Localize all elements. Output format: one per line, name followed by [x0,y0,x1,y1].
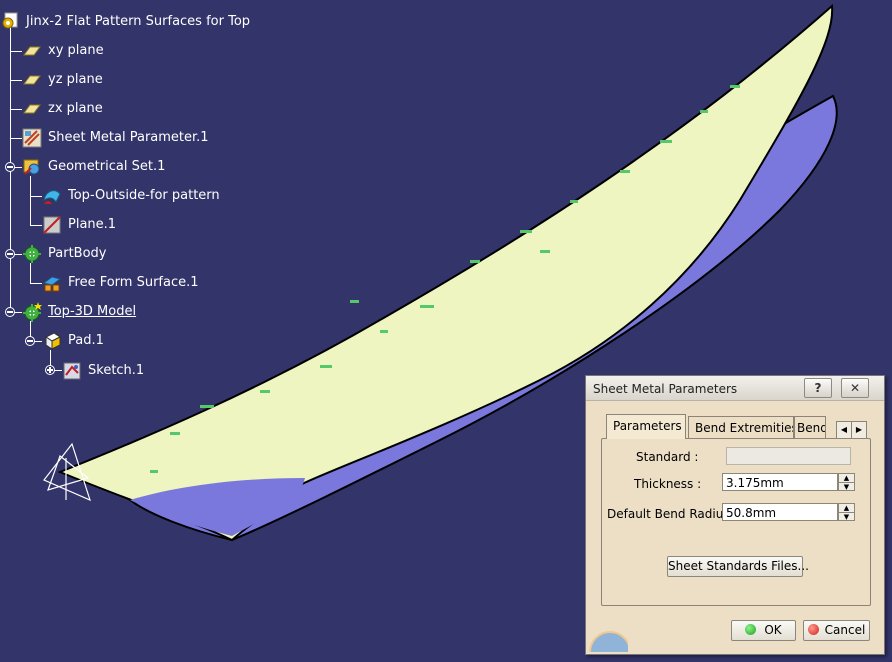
tree-item-label: Sheet Metal Parameter.1 [48,130,209,145]
spin-up-icon[interactable]: ▲ [839,474,854,483]
tree-item-label: Geometrical Set.1 [48,159,166,174]
tree-item-label: xy plane [48,43,104,58]
bend-radius-spinner[interactable]: ▲ ▼ [838,503,855,521]
standard-label: Standard : [636,450,699,464]
collapse-geometrical-set-toggle[interactable] [5,162,15,172]
thickness-label: Thickness : [634,477,702,491]
tree-item-label: yz plane [48,72,103,87]
tree-item-label: zx plane [48,101,103,116]
sketch-icon [62,361,82,381]
pad-icon [42,331,62,351]
standard-field [726,447,851,465]
body-gear-icon [22,302,42,322]
expand-sketch-toggle[interactable] [45,365,55,375]
part-gear-icon [0,12,20,32]
tree-item-pad[interactable]: Pad.1 [42,330,104,352]
close-button[interactable]: ✕ [841,378,869,398]
tree-item-label: Top-3D Model [48,304,137,319]
tab-bend[interactable]: Bend [794,416,826,438]
plane-icon [22,41,42,61]
tab-scroll-left-button[interactable]: ◀ [836,421,852,439]
surface-icon [42,186,62,206]
tree-item-label: Plane.1 [68,217,117,232]
spin-down-icon[interactable]: ▼ [839,483,854,491]
tab-bend-extremities[interactable]: Bend Extremities [688,416,794,438]
tab-parameters[interactable]: Parameters [606,414,686,439]
tree-item-zx-plane[interactable]: zx plane [22,98,103,120]
sheet-metal-parameter-icon [22,128,42,148]
tree-root-label: Jinx-2 Flat Pattern Surfaces for Top [26,14,251,29]
tree-item-top-outside-for-pattern[interactable]: Top-Outside-for pattern [42,185,220,207]
sheet-standards-files-button[interactable]: Sheet Standards Files... [667,556,809,577]
tree-item-label: Pad.1 [68,333,104,348]
tree-item-plane-1[interactable]: Plane.1 [42,214,116,236]
collapse-partbody-toggle[interactable] [5,249,15,259]
default-bend-radius-label: Default Bend Radius : [607,507,738,521]
spin-down-icon[interactable]: ▼ [839,513,854,521]
spin-up-icon[interactable]: ▲ [839,504,854,513]
plane-icon [22,70,42,90]
free-form-surface-icon [42,273,62,293]
ok-button[interactable]: OK [731,620,796,641]
help-button[interactable]: ? [804,378,832,398]
collapse-pad-toggle[interactable] [25,336,35,346]
cancel-label: Cancel [824,623,866,637]
tree-item-sheet-metal-parameter[interactable]: Sheet Metal Parameter.1 [22,127,209,149]
tree-item-xy-plane[interactable]: xy plane [22,40,104,62]
plane-feature-icon [42,215,62,235]
tree-item-free-form-surface[interactable]: Free Form Surface.1 [42,272,199,294]
cancel-button[interactable]: Cancel [803,620,870,641]
tree-root[interactable]: Jinx-2 Flat Pattern Surfaces for Top [0,11,250,33]
ok-label: OK [764,623,782,637]
tree-item-top-3d-model[interactable]: Top-3D Model [22,301,136,323]
partbody-gear-icon [22,244,42,264]
tree-item-geometrical-set[interactable]: Geometrical Set.1 [22,156,165,178]
dialog-title: Sheet Metal Parameters [593,382,738,396]
tree-item-partbody[interactable]: PartBody [22,243,106,265]
tree-item-yz-plane[interactable]: yz plane [22,69,103,91]
tree-item-label: Free Form Surface.1 [68,275,199,290]
tree-item-label: Sketch.1 [88,363,145,378]
thickness-spinner[interactable]: ▲ ▼ [838,473,855,491]
tab-scroll-right-button[interactable]: ▶ [851,421,867,439]
tree-item-sketch[interactable]: Sketch.1 [62,360,144,382]
tree-item-label: Top-Outside-for pattern [68,188,220,203]
sheet-metal-parameters-dialog: Sheet Metal Parameters ? ✕ Parameters Be… [585,375,885,655]
ok-green-icon [745,624,757,635]
plane-icon [22,99,42,119]
specification-tree: Jinx-2 Flat Pattern Surfaces for Top xy … [0,0,300,390]
dialog-titlebar[interactable]: Sheet Metal Parameters ? ✕ [586,376,884,401]
cancel-red-icon [807,624,819,635]
thickness-input[interactable]: 3.175mm [722,473,838,491]
catia-globe-icon [589,631,628,652]
tree-item-label: PartBody [48,246,107,261]
collapse-top-3d-model-toggle[interactable] [5,307,15,317]
geometrical-set-icon [22,157,42,177]
default-bend-radius-input[interactable]: 50.8mm [722,503,838,521]
